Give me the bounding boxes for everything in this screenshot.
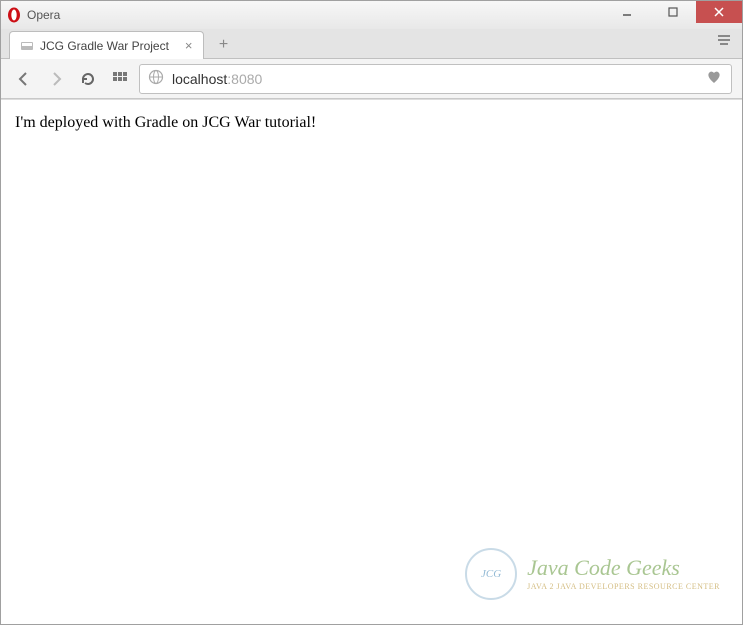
window-controls: [604, 1, 742, 29]
globe-icon: [148, 69, 164, 88]
titlebar: Opera: [1, 1, 742, 29]
back-button[interactable]: [11, 66, 37, 92]
tabbar-menu-icon[interactable]: [716, 33, 732, 50]
window-title: Opera: [27, 8, 60, 22]
page-body-text: I'm deployed with Gradle on JCG War tuto…: [15, 114, 728, 132]
opera-logo-icon[interactable]: [5, 6, 23, 24]
forward-button[interactable]: [43, 66, 69, 92]
tab-close-icon[interactable]: ×: [185, 38, 193, 53]
address-text[interactable]: localhost:8080: [172, 71, 697, 87]
address-port: :8080: [227, 71, 262, 87]
watermark-title: Java Code Geeks: [527, 557, 720, 579]
tab-active[interactable]: JCG Gradle War Project ×: [9, 31, 204, 59]
maximize-button[interactable]: [650, 1, 696, 23]
minimize-button[interactable]: [604, 1, 650, 23]
toolbar: localhost:8080: [1, 59, 742, 99]
page-content: I'm deployed with Gradle on JCG War tuto…: [1, 99, 742, 624]
reload-button[interactable]: [75, 66, 101, 92]
bookmark-heart-icon[interactable]: [705, 68, 723, 89]
watermark: JCG Java Code Geeks JAVA 2 JAVA DEVELOPE…: [465, 548, 720, 600]
tab-title: JCG Gradle War Project: [40, 39, 169, 53]
address-bar[interactable]: localhost:8080: [139, 64, 732, 94]
titlebar-left: Opera: [5, 6, 60, 24]
browser-window: Opera JCG Gradle War Project × +: [0, 0, 743, 625]
close-button[interactable]: [696, 1, 742, 23]
watermark-badge: JCG: [465, 548, 517, 600]
watermark-text: Java Code Geeks JAVA 2 JAVA DEVELOPERS R…: [527, 557, 720, 591]
tab-bar: JCG Gradle War Project × +: [1, 29, 742, 59]
speed-dial-button[interactable]: [107, 66, 133, 92]
address-host: localhost: [172, 71, 227, 87]
new-tab-button[interactable]: +: [210, 32, 238, 58]
watermark-subtitle: JAVA 2 JAVA DEVELOPERS RESOURCE CENTER: [527, 582, 720, 591]
tab-favicon-icon: [20, 39, 34, 53]
